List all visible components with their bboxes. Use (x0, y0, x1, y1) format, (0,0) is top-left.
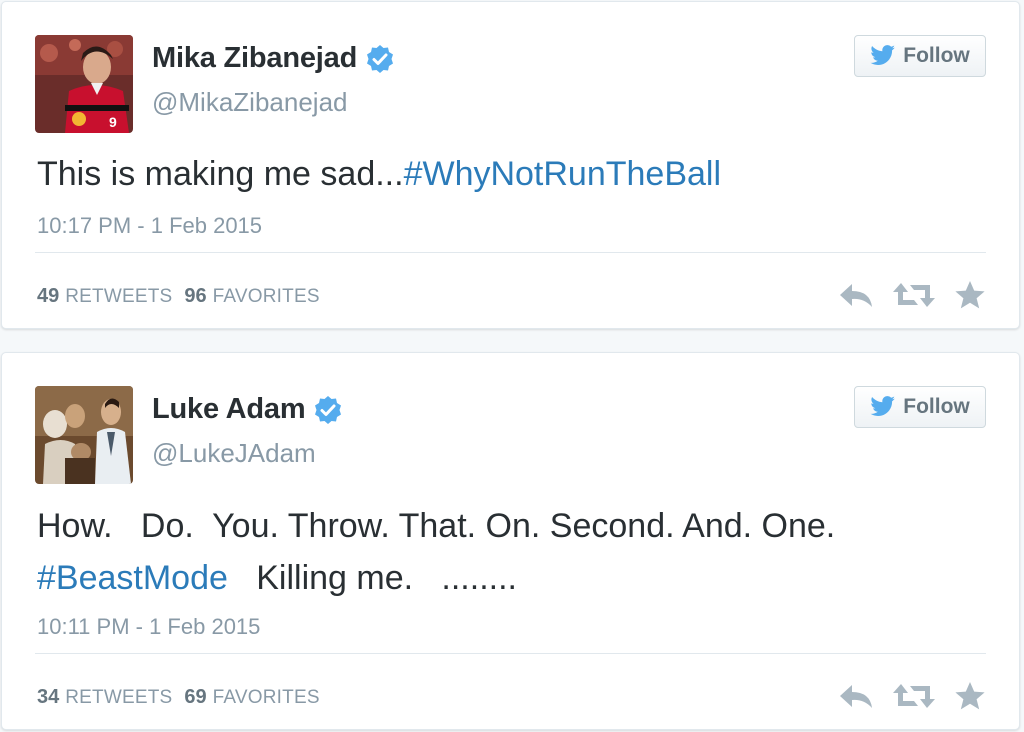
hockey-player-photo: 9 (35, 35, 133, 133)
user-name[interactable]: Luke Adam (152, 393, 306, 426)
follow-button[interactable]: Follow (854, 386, 986, 428)
tweet-text-after: Killing me. ........ (227, 559, 517, 597)
avatar[interactable]: 9 (35, 35, 133, 133)
follow-label: Follow (903, 395, 970, 418)
tweet-text-line1: How. Do. You. Throw. That. On. Second. A… (37, 507, 836, 545)
avatar[interactable] (35, 386, 133, 484)
retweets-label[interactable]: RETWEETS (65, 687, 172, 709)
favorite-star-icon[interactable] (954, 681, 986, 711)
follow-button[interactable]: Follow (854, 35, 986, 77)
tweet-actions (838, 280, 986, 310)
user-handle[interactable]: @LukeJAdam (152, 438, 316, 469)
tweet-text: How. Do. You. Throw. That. On. Second. A… (37, 500, 979, 604)
retweet-count[interactable]: 49 (37, 285, 59, 308)
favorites-label[interactable]: FAVORITES (213, 286, 320, 308)
tweet-text-plain: This is making me sad... (37, 155, 404, 193)
retweet-icon[interactable] (892, 682, 936, 710)
user-name[interactable]: Mika Zibanejad (152, 42, 357, 75)
svg-text:9: 9 (109, 114, 117, 130)
verified-badge-icon (315, 395, 342, 424)
favorite-count[interactable]: 96 (184, 285, 206, 308)
verified-badge-icon (367, 44, 394, 73)
retweets-label[interactable]: RETWEETS (65, 286, 172, 308)
tweet-timestamp[interactable]: 10:11 PM - 1 Feb 2015 (37, 614, 260, 640)
user-handle[interactable]: @MikaZibanejad (152, 87, 347, 118)
hashtag-link[interactable]: #BeastMode (37, 559, 228, 597)
favorites-label[interactable]: FAVORITES (213, 687, 320, 709)
tweet-text: This is making me sad...#WhyNotRunTheBal… (37, 148, 979, 200)
retweet-icon[interactable] (892, 281, 936, 309)
favorite-star-icon[interactable] (954, 280, 986, 310)
group-photo (35, 386, 133, 484)
reply-icon[interactable] (838, 682, 874, 710)
tweet-card: Luke Adam @LukeJAdam Follow How. Do. You… (1, 352, 1020, 730)
tweet-card: 9 Mika Zibanejad @MikaZibanejad Follow T… (1, 1, 1020, 329)
divider (35, 653, 986, 654)
divider (35, 252, 986, 253)
retweet-count[interactable]: 34 (37, 686, 59, 709)
twitter-bird-icon (870, 45, 896, 65)
twitter-bird-icon (870, 396, 896, 416)
tweet-timestamp[interactable]: 10:17 PM - 1 Feb 2015 (37, 213, 262, 239)
tweet-actions (838, 681, 986, 711)
tweet-stats: 49 RETWEETS 96 FAVORITES (37, 285, 332, 308)
follow-label: Follow (903, 44, 970, 67)
hashtag-link[interactable]: #WhyNotRunTheBall (404, 155, 721, 193)
favorite-count[interactable]: 69 (184, 686, 206, 709)
tweet-stats: 34 RETWEETS 69 FAVORITES (37, 686, 332, 709)
reply-icon[interactable] (838, 281, 874, 309)
